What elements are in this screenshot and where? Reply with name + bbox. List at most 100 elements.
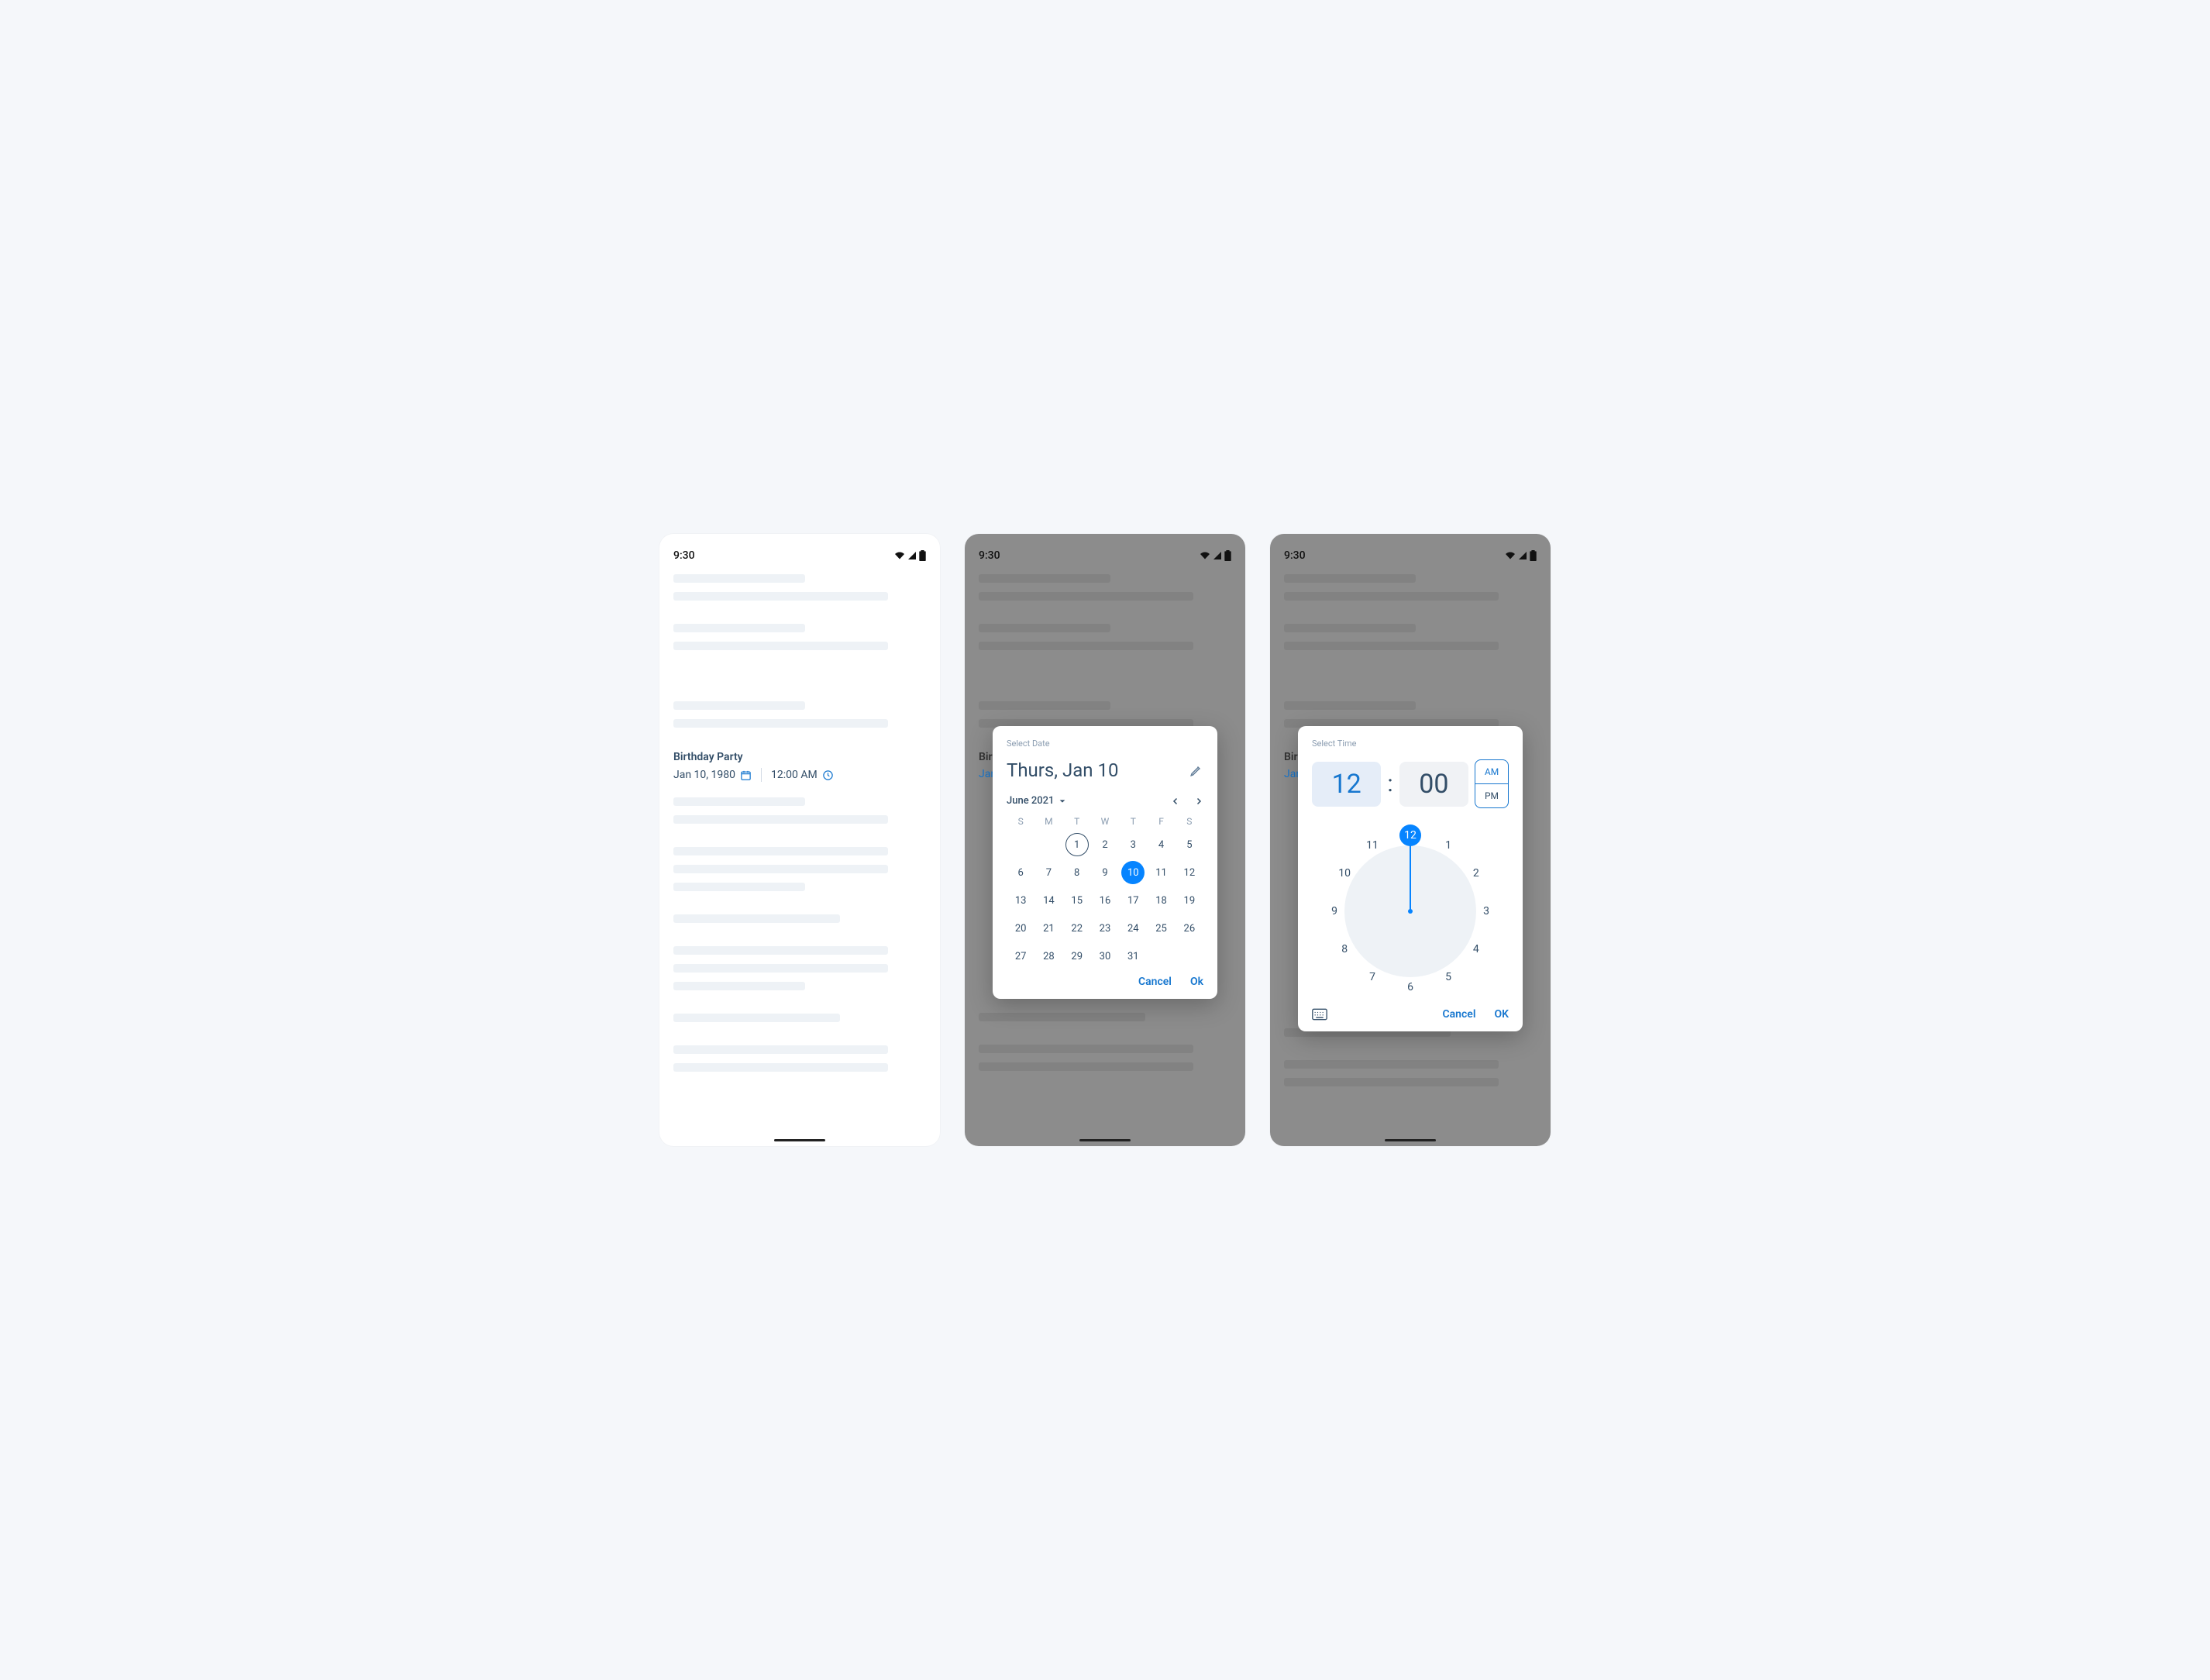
clock-number[interactable]: 5: [1437, 966, 1459, 988]
pm-button[interactable]: PM: [1475, 784, 1508, 807]
calendar-day[interactable]: 20: [1009, 917, 1032, 940]
cancel-button[interactable]: Cancel: [1443, 1008, 1476, 1021]
event-label: Birthday Party: [673, 751, 926, 763]
clock-number[interactable]: 6: [1399, 976, 1421, 998]
signal-icon: [907, 551, 917, 560]
clock-number[interactable]: 10: [1334, 862, 1355, 884]
wifi-icon: [894, 551, 905, 560]
calendar-day[interactable]: 2: [1093, 833, 1117, 856]
date-picker-modal: Select Date Thurs, Jan 10 June 2021 S M …: [993, 726, 1217, 999]
calendar-day[interactable]: 28: [1037, 945, 1060, 968]
modal-headline: Thurs, Jan 10: [1007, 759, 1118, 781]
calendar-day[interactable]: 31: [1121, 945, 1145, 968]
calendar-icon: [740, 769, 752, 781]
calendar-day[interactable]: 4: [1150, 833, 1173, 856]
calendar-day[interactable]: 15: [1065, 889, 1089, 912]
time-picker-modal: Select Time 12 : 00 AM PM 12123456789101…: [1298, 726, 1523, 1031]
month-dropdown[interactable]: June 2021: [1007, 795, 1066, 807]
time-display: 12 : 00 AM PM: [1312, 759, 1509, 808]
calendar-day[interactable]: 27: [1009, 945, 1032, 968]
ok-button[interactable]: Ok: [1190, 976, 1203, 988]
signal-icon: [1517, 551, 1528, 560]
calendar-dow: S M T W T F S: [1007, 816, 1203, 827]
calendar-day[interactable]: 24: [1121, 917, 1145, 940]
modal-eyebrow: Select Time: [1312, 738, 1509, 749]
calendar-day[interactable]: 6: [1009, 861, 1032, 884]
calendar-day[interactable]: 19: [1178, 889, 1201, 912]
clock-number[interactable]: 7: [1361, 966, 1383, 988]
calendar-day[interactable]: 16: [1093, 889, 1117, 912]
clock-number[interactable]: 8: [1334, 938, 1355, 960]
calendar-day[interactable]: 26: [1178, 917, 1201, 940]
phone-timepicker: 9:30 Birt Jan: [1270, 534, 1551, 1146]
content: Birthday Party Jan 10, 1980 12:00 AM: [659, 568, 940, 1095]
status-bar: 9:30: [659, 534, 940, 568]
date-value: Jan 10, 1980: [673, 769, 735, 781]
clock-icon: [822, 769, 834, 781]
status-time: 9:30: [1284, 549, 1306, 562]
clock-number[interactable]: 1: [1437, 835, 1459, 856]
status-time: 9:30: [979, 549, 1000, 562]
home-indicator: [1079, 1139, 1131, 1141]
home-indicator: [1385, 1139, 1436, 1141]
edit-icon[interactable]: [1189, 763, 1203, 777]
calendar-day[interactable]: 21: [1037, 917, 1060, 940]
calendar-day[interactable]: 22: [1065, 917, 1089, 940]
calendar-day[interactable]: 12: [1178, 861, 1201, 884]
status-bar: 9:30: [965, 534, 1245, 568]
phone-datepicker: 9:30 Birt Jan: [965, 534, 1245, 1146]
clock-number[interactable]: 11: [1361, 835, 1383, 856]
calendar-day[interactable]: 13: [1009, 889, 1032, 912]
chevron-down-icon: [1059, 797, 1066, 805]
date-button[interactable]: Jan 10, 1980: [673, 769, 752, 781]
calendar-day[interactable]: 14: [1037, 889, 1060, 912]
keyboard-icon[interactable]: [1312, 1008, 1327, 1021]
calendar-day[interactable]: 23: [1093, 917, 1117, 940]
calendar-day[interactable]: 7: [1037, 861, 1060, 884]
status-time: 9:30: [673, 549, 695, 562]
status-bar: 9:30: [1270, 534, 1551, 568]
phone-base: 9:30 Birthday Party Jan 10, 1980: [659, 534, 940, 1146]
cancel-button[interactable]: Cancel: [1138, 976, 1172, 988]
modal-actions: Cancel Ok: [1007, 976, 1203, 988]
calendar-day[interactable]: 9: [1093, 861, 1117, 884]
hour-box[interactable]: 12: [1312, 762, 1381, 807]
time-footer: Cancel OK: [1312, 1008, 1509, 1021]
time-button[interactable]: 12:00 AM: [771, 769, 834, 781]
clock-center: [1408, 909, 1413, 914]
calendar-day[interactable]: 11: [1150, 861, 1173, 884]
calendar-grid: 1234567891011121314151617181920212223242…: [1007, 833, 1203, 968]
calendar-day[interactable]: 18: [1150, 889, 1173, 912]
minute-box[interactable]: 00: [1399, 762, 1468, 807]
calendar-day[interactable]: 8: [1065, 861, 1089, 884]
month-label: June 2021: [1007, 795, 1054, 807]
ok-button[interactable]: OK: [1494, 1008, 1509, 1021]
calendar-day[interactable]: 5: [1178, 833, 1201, 856]
clock-number[interactable]: 12: [1399, 825, 1421, 846]
calendar-day[interactable]: 3: [1121, 833, 1145, 856]
clock-number[interactable]: 4: [1465, 938, 1487, 960]
clock[interactable]: 12 12 3 45678 9 10 11: [1321, 822, 1499, 1000]
battery-icon: [919, 550, 926, 561]
calendar-day[interactable]: 29: [1065, 945, 1089, 968]
modal-headline-row: Thurs, Jan 10: [1007, 759, 1203, 781]
status-icons: [894, 550, 926, 561]
prev-month-button[interactable]: [1171, 797, 1180, 806]
calendar-day[interactable]: 10: [1121, 861, 1145, 884]
calendar-day[interactable]: 1: [1065, 833, 1089, 856]
clock-number[interactable]: 9: [1324, 900, 1345, 922]
clock-number[interactable]: 3: [1475, 900, 1497, 922]
clock-number[interactable]: 2: [1465, 862, 1487, 884]
colon: :: [1387, 770, 1392, 797]
signal-icon: [1212, 551, 1223, 560]
next-month-button[interactable]: [1194, 797, 1203, 806]
am-button[interactable]: AM: [1475, 760, 1508, 784]
calendar-day[interactable]: 25: [1150, 917, 1173, 940]
month-nav: June 2021: [1007, 795, 1203, 807]
time-value: 12:00 AM: [771, 769, 818, 781]
battery-icon: [1224, 550, 1231, 561]
calendar-day[interactable]: 17: [1121, 889, 1145, 912]
datetime-row: Jan 10, 1980 12:00 AM: [673, 768, 926, 782]
wifi-icon: [1200, 551, 1210, 560]
calendar-day[interactable]: 30: [1093, 945, 1117, 968]
